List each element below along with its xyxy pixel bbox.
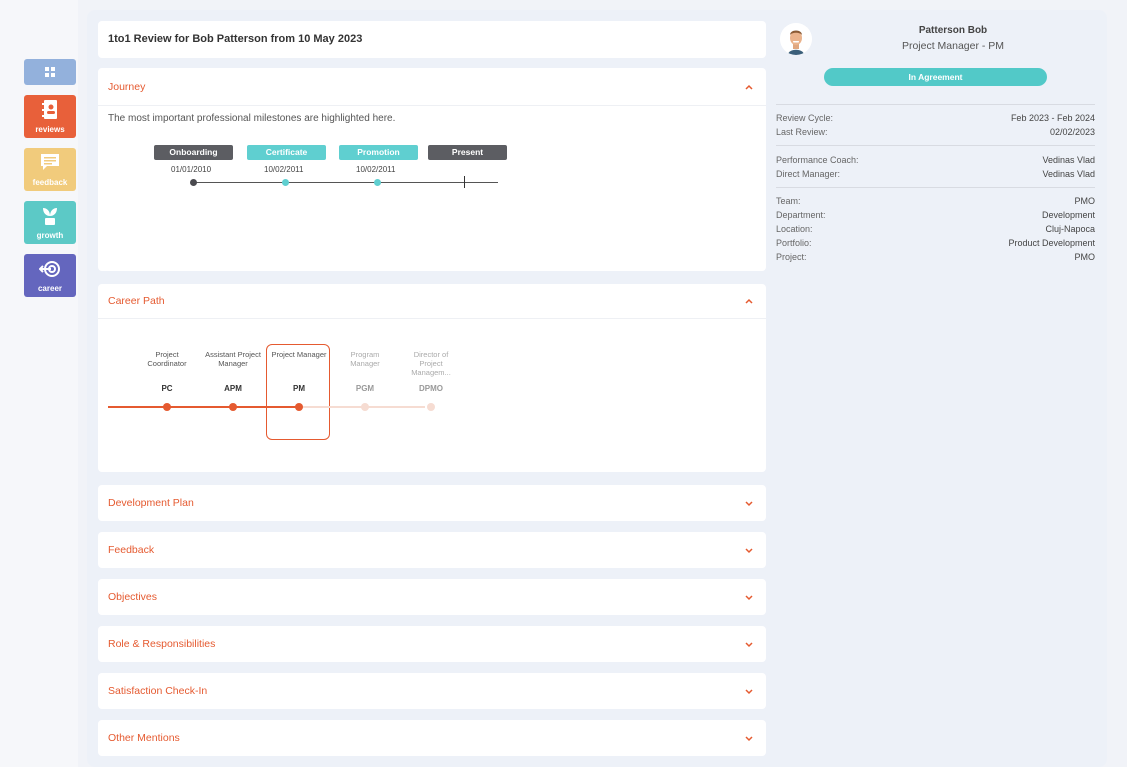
nav-feedback[interactable]: feedback xyxy=(24,148,76,191)
role-abbr: PC xyxy=(161,384,173,393)
feedback-chat-icon xyxy=(41,154,59,170)
role-name: Project Manager xyxy=(271,350,327,359)
review-cycle-label: Review Cycle: xyxy=(776,113,834,123)
portfolio-value: Product Development xyxy=(1008,238,1095,248)
divider xyxy=(98,105,766,106)
page-title: 1to1 Review for Bob Patterson from 10 Ma… xyxy=(108,33,363,45)
growth-plant-icon xyxy=(43,208,57,225)
chevron-up-icon[interactable] xyxy=(744,296,754,306)
divider xyxy=(98,318,766,319)
milestone-date: 10/02/2011 xyxy=(356,165,396,174)
milestone-certificate: Certificate xyxy=(247,145,326,160)
department-label: Department: xyxy=(776,210,826,220)
journey-section: Journey The most important professional … xyxy=(98,68,766,271)
last-review-value: 02/02/2023 xyxy=(1049,127,1095,137)
role-name: Program Manager xyxy=(350,350,380,368)
divider xyxy=(776,104,1095,105)
profile-name: Patterson Bob xyxy=(918,25,988,36)
timeline-dot xyxy=(374,179,381,186)
chevron-down-icon[interactable] xyxy=(744,733,754,743)
chevron-down-icon[interactable] xyxy=(744,686,754,696)
project-label: Project: xyxy=(776,252,807,262)
role-dot xyxy=(427,403,435,411)
location-value: Cluj-Napoca xyxy=(1045,224,1095,234)
role-dot xyxy=(163,403,171,411)
satisfaction-checkin-section[interactable]: Satisfaction Check-In xyxy=(98,673,766,709)
nav-career-label: career xyxy=(37,284,63,293)
journey-description: The most important professional mileston… xyxy=(108,113,396,124)
timeline-present-marker xyxy=(464,176,465,188)
chevron-down-icon[interactable] xyxy=(744,545,754,555)
project-value: PMO xyxy=(1074,252,1095,262)
performance-coach-label: Performance Coach: xyxy=(776,155,859,165)
timeline-dot xyxy=(190,179,197,186)
role-dot xyxy=(295,403,303,411)
section-header[interactable]: Satisfaction Check-In xyxy=(108,685,207,697)
nav-feedback-label: feedback xyxy=(32,178,68,187)
nav-growth-label: growth xyxy=(36,231,64,240)
team-label: Team: xyxy=(776,196,801,206)
timeline-line xyxy=(194,182,498,183)
department-value: Development xyxy=(1041,210,1095,220)
performance-coach-value: Vedinas Vlad xyxy=(1042,155,1095,165)
direct-manager-label: Direct Manager: xyxy=(776,169,841,179)
career-target-icon xyxy=(39,261,60,277)
review-cycle-value: Feb 2023 - Feb 2024 xyxy=(1010,113,1095,123)
journey-header[interactable]: Journey xyxy=(108,81,145,93)
divider xyxy=(776,187,1095,188)
review-title-card: 1to1 Review for Bob Patterson from 10 Ma… xyxy=(98,21,766,58)
role-responsibilities-section[interactable]: Role & Responsibilities xyxy=(98,626,766,662)
reviews-book-icon xyxy=(42,100,57,119)
section-header[interactable]: Other Mentions xyxy=(108,732,180,744)
role-name: Project Coordinator xyxy=(147,350,187,368)
role-abbr: DPMO xyxy=(419,384,443,393)
location-label: Location: xyxy=(776,224,813,234)
nav-reviews-label: reviews xyxy=(35,125,65,134)
objectives-section[interactable]: Objectives xyxy=(98,579,766,615)
nav-growth[interactable]: growth xyxy=(24,201,76,244)
timeline-dot xyxy=(282,179,289,186)
role-dot xyxy=(361,403,369,411)
role-abbr: PGM xyxy=(355,384,375,393)
section-header[interactable]: Objectives xyxy=(108,591,157,603)
section-header[interactable]: Feedback xyxy=(108,544,154,556)
chevron-down-icon[interactable] xyxy=(744,498,754,508)
nav-reviews[interactable]: reviews xyxy=(24,95,76,138)
chevron-down-icon[interactable] xyxy=(744,592,754,602)
career-progress-line xyxy=(108,406,299,408)
career-path-section: Career Path Project Coordinator Assistan… xyxy=(98,284,766,472)
status-badge: In Agreement xyxy=(824,68,1047,86)
nav-career[interactable]: career xyxy=(24,254,76,297)
milestone-onboarding: Onboarding xyxy=(154,145,233,160)
other-mentions-section[interactable]: Other Mentions xyxy=(98,720,766,756)
portfolio-label: Portfolio: xyxy=(776,238,812,248)
profile-role: Project Manager - PM xyxy=(901,40,1005,52)
last-review-label: Last Review: xyxy=(776,127,828,137)
milestone-present: Present xyxy=(428,145,507,160)
chevron-up-icon[interactable] xyxy=(744,82,754,92)
divider xyxy=(776,145,1095,146)
milestone-date: 10/02/2011 xyxy=(264,165,304,174)
section-header[interactable]: Role & Responsibilities xyxy=(108,638,215,650)
direct-manager-value: Vedinas Vlad xyxy=(1042,169,1095,179)
chevron-down-icon[interactable] xyxy=(744,639,754,649)
dashboard-icon xyxy=(45,67,55,77)
milestone-promotion: Promotion xyxy=(339,145,418,160)
role-name: Assistant Project Manager xyxy=(205,350,261,368)
nav-dashboard[interactable] xyxy=(24,59,76,85)
team-value: PMO xyxy=(1074,196,1095,206)
role-dot xyxy=(229,403,237,411)
milestone-date: 01/01/2010 xyxy=(171,165,212,174)
feedback-section[interactable]: Feedback xyxy=(98,532,766,568)
development-plan-section[interactable]: Development Plan xyxy=(98,485,766,521)
role-abbr: PM xyxy=(293,384,305,393)
role-abbr: APM xyxy=(224,384,242,393)
career-path-header[interactable]: Career Path xyxy=(108,295,165,307)
section-header[interactable]: Development Plan xyxy=(108,497,194,509)
role-name: Director of Project Managem... xyxy=(411,350,451,377)
